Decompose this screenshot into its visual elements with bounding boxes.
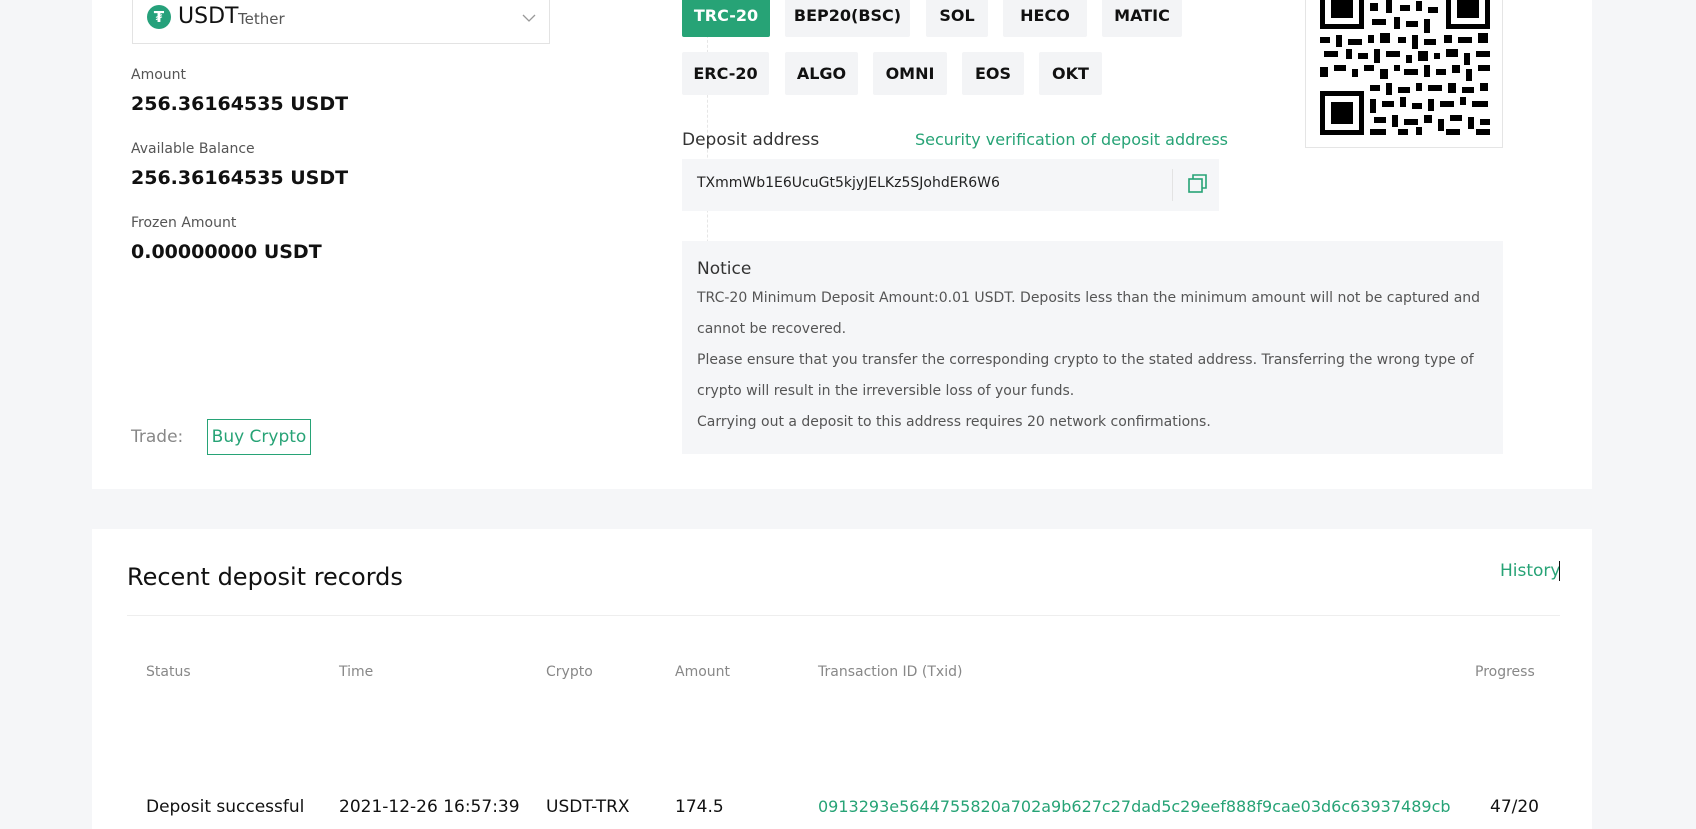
history-link[interactable]: History (1500, 561, 1561, 581)
recent-deposits-panel: Recent deposit records History Status Ti… (92, 529, 1592, 829)
network-chip-trc20[interactable]: TRC-20 (682, 0, 770, 37)
row-crypto: USDT-TRX (546, 797, 630, 817)
chevron-down-icon (522, 14, 536, 22)
text-cursor (1559, 561, 1561, 581)
network-chip-eos[interactable]: EOS (962, 52, 1024, 95)
notice-box: Notice TRC-20 Minimum Deposit Amount:0.0… (682, 241, 1503, 454)
qr-code-graphic (1320, 0, 1490, 135)
deposit-panel: ₮ USDT Tether Amount 256.36164535 USDT A… (92, 0, 1592, 489)
notice-title: Notice (697, 259, 752, 279)
available-balance-label: Available Balance (131, 141, 255, 157)
coin-name: Tether (238, 10, 285, 28)
buy-crypto-button[interactable]: Buy Crypto (207, 419, 311, 455)
network-chip-sol[interactable]: SOL (926, 0, 988, 37)
tether-logo-icon: ₮ (147, 5, 171, 29)
network-chip-bep20[interactable]: BEP20(BSC) (785, 0, 910, 37)
deposit-address-label: Deposit address (682, 130, 820, 150)
qr-code (1305, 0, 1503, 148)
row-time: 2021-12-26 16:57:39 (339, 797, 520, 817)
coin-selector[interactable]: ₮ USDT Tether (132, 0, 550, 44)
network-chip-matic[interactable]: MATIC (1102, 0, 1182, 37)
network-chip-heco[interactable]: HECO (1003, 0, 1087, 37)
trade-label: Trade: (131, 427, 184, 447)
records-divider (127, 615, 1560, 616)
notice-line-address-warning: Please ensure that you transfer the corr… (697, 352, 1474, 399)
network-chip-algo[interactable]: ALGO (785, 52, 858, 95)
recent-deposits-title: Recent deposit records (127, 563, 403, 591)
amount-value: 256.36164535 USDT (131, 93, 349, 115)
network-chip-okt[interactable]: OKT (1039, 52, 1102, 95)
column-header-amount: Amount (675, 664, 731, 680)
copy-divider (1172, 169, 1173, 201)
frozen-amount-label: Frozen Amount (131, 215, 237, 231)
amount-label: Amount (131, 67, 187, 83)
row-txid-link[interactable]: 0913293e5644755820a702a9b627c27dad5c29ee… (818, 797, 1451, 816)
copy-icon[interactable] (1187, 173, 1209, 195)
column-header-status: Status (146, 664, 191, 680)
coin-symbol: USDT (178, 4, 239, 29)
column-header-txid: Transaction ID (Txid) (818, 664, 963, 680)
row-progress: 47/20 (1490, 797, 1539, 817)
row-status: Deposit successful (146, 797, 305, 817)
frozen-amount-value: 0.00000000 USDT (131, 241, 322, 263)
available-balance-value: 256.36164535 USDT (131, 167, 349, 189)
notice-line-min-deposit: TRC-20 Minimum Deposit Amount:0.01 USDT.… (697, 290, 1481, 337)
notice-line-confirmations: Carrying out a deposit to this address r… (697, 414, 1211, 430)
network-chip-erc20[interactable]: ERC-20 (682, 52, 769, 95)
network-chip-omni[interactable]: OMNI (873, 52, 947, 95)
column-header-crypto: Crypto (546, 664, 593, 680)
row-amount: 174.5 (675, 797, 724, 817)
security-verification-link[interactable]: Security verification of deposit address (915, 130, 1228, 149)
deposit-address-box: TXmmWb1E6UcuGt5kjyJELKz5SJohdER6W6 (682, 159, 1219, 211)
column-header-time: Time (339, 664, 374, 680)
history-label: History (1500, 561, 1561, 581)
deposit-address-value: TXmmWb1E6UcuGt5kjyJELKz5SJohdER6W6 (697, 175, 1000, 191)
column-header-progress: Progress (1475, 664, 1535, 680)
